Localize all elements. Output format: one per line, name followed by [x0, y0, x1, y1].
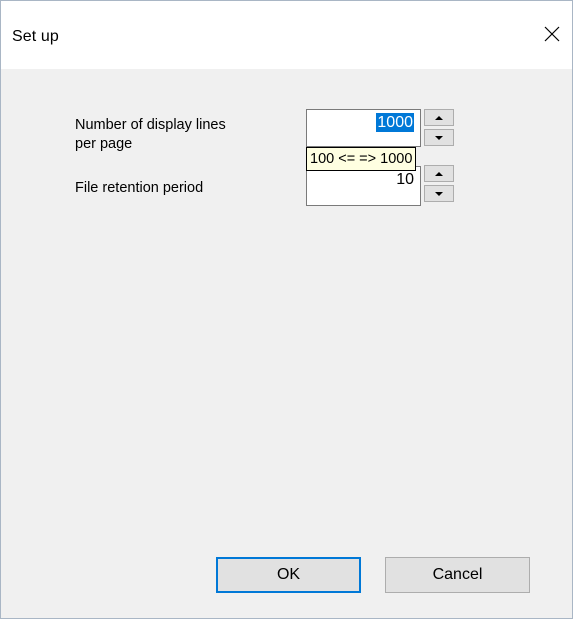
- display-lines-value: 1000: [376, 113, 414, 132]
- arrow-down-icon: [435, 135, 443, 140]
- arrow-down-icon: [435, 191, 443, 196]
- ok-button[interactable]: OK: [216, 557, 361, 593]
- close-icon: [544, 26, 560, 42]
- retention-up-button[interactable]: [424, 165, 454, 182]
- range-tooltip: 100 <= => 1000: [306, 147, 417, 171]
- title-bar: Set up: [1, 1, 572, 69]
- retention-spinner: [424, 165, 454, 205]
- display-lines-up-button[interactable]: [424, 109, 454, 126]
- display-lines-label: Number of display lines per page: [75, 116, 226, 154]
- retention-down-button[interactable]: [424, 185, 454, 202]
- retention-input[interactable]: 10: [306, 166, 421, 206]
- display-lines-label-line2: per page: [75, 136, 133, 152]
- setup-dialog: Set up Number of display lines per page …: [0, 0, 573, 619]
- dialog-title: Set up: [12, 28, 59, 45]
- close-button[interactable]: [532, 14, 572, 54]
- display-lines-label-line1: Number of display lines: [75, 117, 226, 133]
- display-lines-spinner: [424, 109, 454, 147]
- arrow-up-icon: [435, 171, 443, 176]
- retention-label: File retention period: [75, 180, 204, 196]
- display-lines-down-button[interactable]: [424, 129, 454, 146]
- arrow-up-icon: [435, 115, 443, 120]
- retention-value: 10: [396, 171, 414, 188]
- display-lines-input[interactable]: 1000: [306, 109, 421, 147]
- cancel-button[interactable]: Cancel: [385, 557, 530, 593]
